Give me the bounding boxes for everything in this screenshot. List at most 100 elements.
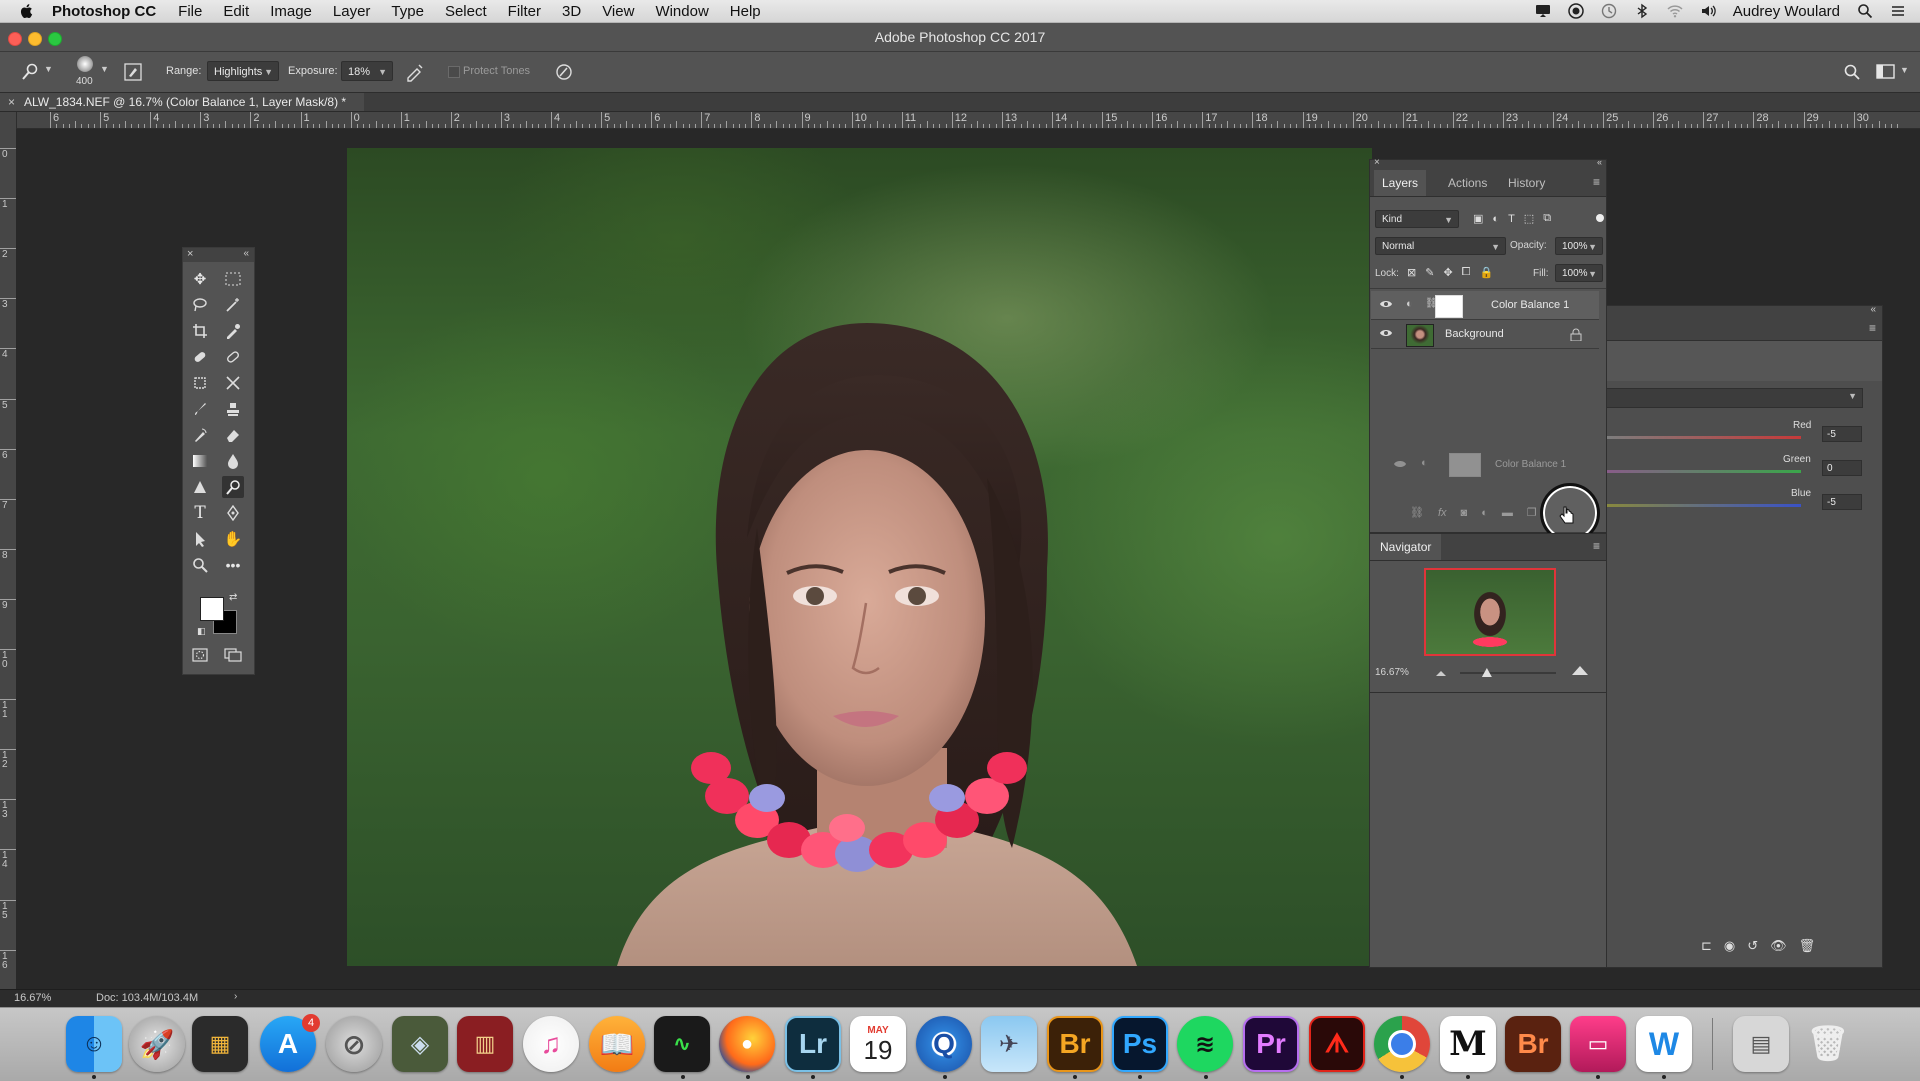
reset-adjustment-icon[interactable]: ↺ [1747, 938, 1758, 954]
navigator-title[interactable]: Navigator [1370, 534, 1442, 560]
foreground-color-swatch[interactable] [200, 597, 224, 621]
brush-picker-chevron-icon[interactable]: ▼ [100, 64, 109, 74]
zoom-out-icon[interactable] [1436, 669, 1446, 676]
properties-panel-header[interactable]: « [1601, 304, 1882, 318]
path-selection-tool-icon[interactable] [189, 528, 211, 550]
tab-actions[interactable]: Actions [1448, 170, 1487, 196]
zoom-tool-icon[interactable] [189, 554, 211, 576]
portrait-photo[interactable] [347, 148, 1372, 966]
panel-menu-icon[interactable]: ≡ [1869, 321, 1876, 335]
activity-monitor-icon[interactable]: ∿ [654, 1016, 710, 1072]
type-tool-icon[interactable]: T [189, 502, 211, 524]
wifi-icon[interactable] [1667, 3, 1683, 19]
word-app-icon[interactable]: W [1636, 1016, 1692, 1072]
tab-history[interactable]: History [1508, 170, 1545, 196]
opacity-input[interactable]: 100% ▼ [1555, 237, 1603, 255]
lock-transparent-pixels-icon[interactable]: ⊠ [1407, 266, 1416, 279]
visibility-eye-icon[interactable] [1379, 299, 1393, 309]
menu-edit[interactable]: Edit [223, 3, 249, 20]
trash-icon[interactable]: 🗑 [1800, 1016, 1856, 1072]
menu-layer[interactable]: Layer [333, 3, 371, 20]
green-channel-slider[interactable] [1601, 470, 1801, 473]
pen-tool-icon[interactable] [222, 502, 244, 524]
range-dropdown[interactable]: Highlights ▼ [207, 61, 279, 81]
close-panel-icon[interactable]: × [187, 248, 193, 260]
more-tools-icon[interactable]: ••• [222, 554, 244, 576]
bluetooth-icon[interactable] [1634, 3, 1650, 19]
new-layer-icon[interactable]: ❐ [1527, 506, 1537, 519]
zoom-slider-handle[interactable] [1481, 668, 1492, 677]
delete-adjustment-icon[interactable]: 🗑 [1799, 938, 1816, 954]
vertical-ruler[interactable]: 0 1 2 3 4 5 6 7 8 9 1 0 1 1 1 2 1 3 1 4 1 5 1 6 [0, 112, 17, 990]
workspace-switcher-icon[interactable] [1876, 63, 1896, 81]
apple-logo-icon[interactable] [18, 2, 36, 20]
navigator-zoom-slider[interactable] [1460, 668, 1556, 677]
content-aware-move-icon[interactable] [222, 372, 244, 394]
eyedropper-tool-icon[interactable] [222, 320, 244, 342]
chrome-icon[interactable] [1374, 1016, 1430, 1072]
hand-tool-icon[interactable]: ✋ [222, 528, 244, 550]
dodge-tool-icon[interactable] [222, 476, 244, 498]
filter-pixel-icon[interactable]: ▣ [1473, 212, 1483, 225]
layer-row-background[interactable]: Background [1371, 320, 1599, 349]
navigator-thumbnail[interactable] [1424, 568, 1556, 656]
status-menu-arrow-icon[interactable]: › [234, 991, 237, 1002]
magic-wand-tool-icon[interactable] [222, 294, 244, 316]
blue-channel-slider[interactable] [1601, 504, 1801, 507]
green-channel-input[interactable]: 0 [1822, 460, 1862, 476]
crop-tool-icon[interactable] [189, 320, 211, 342]
preview-icon[interactable]: ✈ [981, 1016, 1037, 1072]
marquee-tool-icon[interactable] [222, 268, 244, 290]
time-machine-icon[interactable] [1601, 3, 1617, 19]
red-channel-input[interactable]: -5 [1822, 426, 1862, 442]
search-icon[interactable] [1843, 63, 1861, 81]
history-brush-tool-icon[interactable] [189, 424, 211, 446]
layer-name[interactable]: Color Balance 1 [1491, 299, 1569, 311]
photo-slideshow-icon[interactable]: ▦ [192, 1016, 248, 1072]
collapse-panel-icon[interactable]: « [243, 248, 249, 259]
finder-icon[interactable]: ☺ [66, 1016, 122, 1072]
menu-view[interactable]: View [602, 3, 634, 20]
layer-name[interactable]: Background [1445, 328, 1504, 340]
close-tab-icon[interactable]: × [8, 93, 15, 111]
layers-panel-header[interactable]: × « [1370, 157, 1606, 170]
default-colors-icon[interactable]: ◧ [197, 626, 206, 637]
documents-folder-icon[interactable]: ▤ [1733, 1016, 1789, 1072]
status-zoom[interactable]: 16.67% [14, 992, 51, 1004]
blend-mode-dropdown[interactable]: Normal ▼ [1375, 237, 1506, 255]
layer-style-fx-icon[interactable]: fx [1438, 507, 1447, 519]
lock-artboard-icon[interactable]: ⧠ [1462, 266, 1471, 279]
collapse-panel-icon[interactable]: « [1870, 304, 1876, 315]
screen-mode-icon[interactable] [222, 644, 244, 666]
menubar-user-name[interactable]: Audrey Woulard [1733, 3, 1840, 20]
photo-booth-icon[interactable]: ▥ [457, 1016, 513, 1072]
move-tool-icon[interactable]: ✥ [189, 268, 211, 290]
quicktime-icon[interactable]: Q [916, 1016, 972, 1072]
menubar-app-name[interactable]: Photoshop CC [52, 3, 156, 20]
calendar-icon[interactable]: MAY 19 [850, 1016, 906, 1072]
brush-panel-toggle-icon[interactable] [124, 63, 142, 81]
menu-type[interactable]: Type [391, 3, 424, 20]
fill-input[interactable]: 100% ▼ [1555, 264, 1603, 282]
navigator-zoom-value[interactable]: 16.67% [1375, 667, 1409, 678]
add-mask-icon[interactable]: ◙ [1461, 507, 1468, 519]
exposure-input[interactable]: 18% ▼ [341, 61, 393, 81]
patch-tool-icon[interactable] [222, 346, 244, 368]
menu-help[interactable]: Help [730, 3, 761, 20]
brush-preview-icon[interactable] [77, 56, 93, 72]
clip-to-layer-icon[interactable]: ⊏ [1701, 938, 1712, 954]
medium-app-icon[interactable]: M [1440, 1016, 1496, 1072]
spotify-icon[interactable]: ≋ [1177, 1016, 1233, 1072]
menu-3d[interactable]: 3D [562, 3, 581, 20]
red-channel-slider[interactable] [1601, 436, 1801, 439]
swap-colors-icon[interactable]: ⇄ [229, 592, 237, 603]
layer-lock-icon[interactable] [1570, 328, 1582, 341]
link-layers-icon[interactable]: ⛓ [1410, 506, 1424, 519]
blur-tool-icon[interactable] [222, 450, 244, 472]
lock-all-icon[interactable]: 🔒 [1479, 266, 1493, 279]
panel-menu-icon[interactable]: ≡ [1593, 175, 1600, 189]
launchpad-icon[interactable]: 🚀 [129, 1016, 185, 1072]
menu-filter[interactable]: Filter [508, 3, 541, 20]
visibility-eye-icon[interactable] [1379, 328, 1393, 338]
lock-image-pixels-icon[interactable]: ✎ [1425, 266, 1434, 279]
